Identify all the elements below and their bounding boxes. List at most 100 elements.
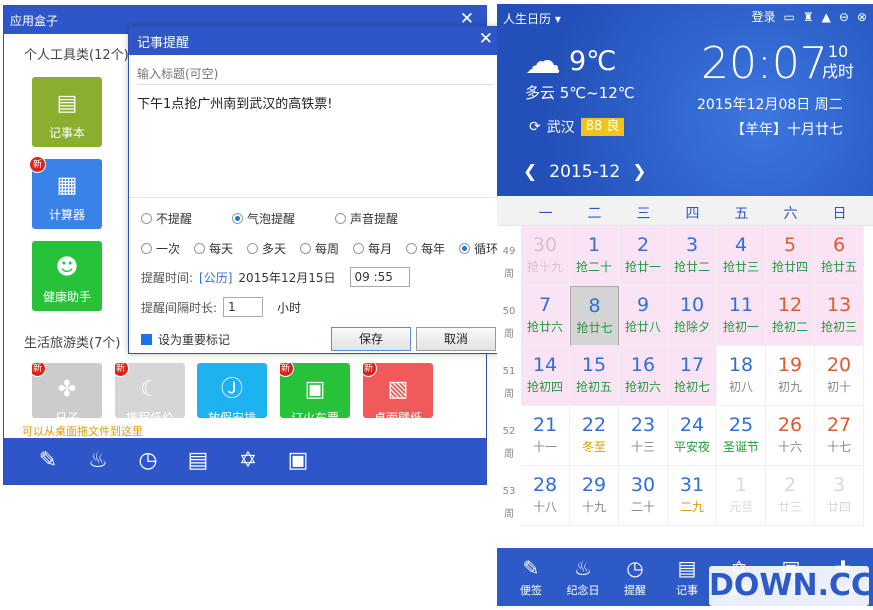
day-cell[interactable]: 8 抢廿七 bbox=[570, 286, 619, 346]
tile-health[interactable]: ☻ 健康助手 bbox=[32, 241, 102, 311]
tile-train-ticket[interactable]: 新 ▣ 订火车票 bbox=[280, 363, 350, 418]
calendar-app-title[interactable]: 人生日历 ▾ bbox=[503, 10, 561, 27]
current-month[interactable]: 2015-12 bbox=[549, 162, 620, 182]
day-cell[interactable]: 20 初十 bbox=[815, 346, 864, 406]
tile-calculator[interactable]: 新 ▦ 计算器 bbox=[29, 156, 102, 229]
lunar-day: 十九 bbox=[581, 500, 606, 514]
tile-ctrip[interactable]: 新 ☾ 携程低价 bbox=[115, 363, 185, 418]
important-checkbox[interactable] bbox=[141, 334, 152, 345]
note-edit-icon[interactable]: ✎ bbox=[34, 447, 62, 475]
day-cell[interactable]: 12 抢初二 bbox=[766, 286, 815, 346]
day-cell[interactable]: 30 抢十九 bbox=[521, 226, 570, 286]
reminder-close-icon[interactable]: ✕ bbox=[479, 29, 493, 49]
day-cell[interactable]: 2 廿三 bbox=[766, 466, 815, 526]
day-number: 26 bbox=[777, 414, 803, 436]
memo-icon: ▤ bbox=[677, 556, 697, 580]
day-cell[interactable]: 31 二九 bbox=[668, 466, 717, 526]
toolbar-button[interactable]: ▤ 记事 bbox=[665, 548, 709, 606]
radio-no-remind[interactable]: 不提醒 bbox=[141, 210, 192, 227]
day-cell[interactable]: 18 初八 bbox=[717, 346, 766, 406]
reminder-memo-textarea[interactable]: 下午1点抢广州南到武汉的高铁票! bbox=[137, 93, 493, 193]
login-link[interactable]: 登录 bbox=[752, 8, 776, 25]
day-cell[interactable]: 30 二十 bbox=[619, 466, 668, 526]
day-cell[interactable]: 4 抢廿三 bbox=[717, 226, 766, 286]
day-cell[interactable]: 13 抢初三 bbox=[815, 286, 864, 346]
radio-once[interactable]: 一次 bbox=[141, 240, 180, 257]
day-cell[interactable]: 10 抢除夕 bbox=[668, 286, 717, 346]
toolbar-button[interactable]: ✎ 便签 bbox=[509, 548, 553, 606]
train-icon[interactable]: ▣ bbox=[284, 447, 312, 475]
lunar-day: 十八 bbox=[532, 500, 557, 514]
radio-multi-day[interactable]: 多天 bbox=[247, 240, 286, 257]
minimize-icon[interactable]: ⊖ bbox=[839, 10, 849, 24]
day-cell[interactable]: 26 十六 bbox=[766, 406, 815, 466]
day-cell[interactable]: 14 抢初四 bbox=[521, 346, 570, 406]
month-navigation: ❮ 2015-12 ❯ bbox=[523, 162, 647, 182]
day-cell[interactable]: 28 十八 bbox=[521, 466, 570, 526]
day-cell[interactable]: 2 抢廿一 bbox=[619, 226, 668, 286]
close-icon[interactable]: ⊗ bbox=[857, 10, 867, 24]
day-cell[interactable]: 6 抢廿五 bbox=[815, 226, 864, 286]
day-cell[interactable]: 25 圣诞节 bbox=[717, 406, 766, 466]
new-badge: 新 bbox=[280, 363, 294, 377]
shirt-icon[interactable]: ♜ bbox=[803, 10, 814, 24]
city-name[interactable]: 武汉 bbox=[547, 117, 575, 137]
day-number: 10 bbox=[679, 294, 705, 316]
day-cell[interactable]: 7 抢廿六 bbox=[521, 286, 570, 346]
day-cell[interactable]: 27 十七 bbox=[815, 406, 864, 466]
day-cell[interactable]: 19 初九 bbox=[766, 346, 815, 406]
radio-loop[interactable]: 循环 bbox=[459, 240, 498, 257]
day-cell[interactable]: 22 冬至 bbox=[570, 406, 619, 466]
radio-weekly[interactable]: 每周 bbox=[300, 240, 339, 257]
toolbar-button[interactable]: ♨ 纪念日 bbox=[561, 548, 605, 606]
lunar-day: 抢廿五 bbox=[820, 260, 857, 274]
day-cell[interactable]: 16 抢初六 bbox=[619, 346, 668, 406]
day-cell[interactable]: 21 十一 bbox=[521, 406, 570, 466]
tile-holiday[interactable]: Ⓙ 放假安排 bbox=[197, 363, 267, 418]
tile-wallpaper[interactable]: 新 ▧ 桌面壁纸 bbox=[363, 363, 433, 418]
calendar-type-link[interactable]: [公历] bbox=[199, 269, 232, 286]
day-cell[interactable]: 1 抢二十 bbox=[570, 226, 619, 286]
current-temperature: 9℃ bbox=[569, 46, 617, 77]
next-month-icon[interactable]: ❯ bbox=[632, 162, 646, 182]
interval-input[interactable]: 1 bbox=[223, 297, 264, 317]
remind-time-input[interactable]: 09 :55 bbox=[349, 267, 410, 287]
lunar-day: 抢初六 bbox=[624, 380, 661, 394]
day-cell[interactable]: 9 抢廿八 bbox=[619, 286, 668, 346]
cake-icon[interactable]: ♨ bbox=[84, 447, 112, 475]
day-cell[interactable]: 1 元旦 bbox=[717, 466, 766, 526]
day-cell[interactable]: 11 抢初一 bbox=[717, 286, 766, 346]
alarm-clock-icon[interactable]: ◷ bbox=[134, 447, 162, 475]
calculator-icon: ▦ bbox=[56, 173, 78, 198]
day-cell[interactable]: 17 抢初七 bbox=[668, 346, 717, 406]
message-icon[interactable]: ▭ bbox=[784, 10, 795, 24]
lock-icon[interactable]: ▲ bbox=[822, 10, 831, 24]
radio-daily[interactable]: 每天 bbox=[194, 240, 233, 257]
reminder-title-input[interactable] bbox=[137, 63, 493, 85]
lunar-day: 元旦 bbox=[728, 500, 753, 514]
day-cell[interactable]: 24 平安夜 bbox=[668, 406, 717, 466]
tile-notepad[interactable]: ▤ 记事本 bbox=[32, 77, 102, 147]
day-cell[interactable]: 23 十三 bbox=[619, 406, 668, 466]
radio-sound-remind[interactable]: 声音提醒 bbox=[335, 210, 398, 227]
day-cell[interactable]: 3 抢廿二 bbox=[668, 226, 717, 286]
radio-bubble-remind[interactable]: 气泡提醒 bbox=[232, 210, 295, 227]
refresh-icon[interactable]: ⟳ bbox=[529, 119, 541, 135]
toolbar-button[interactable]: ◷ 提醒 bbox=[613, 548, 657, 606]
cancel-button[interactable]: 取消 bbox=[416, 327, 496, 351]
day-cell[interactable]: 5 抢廿四 bbox=[766, 226, 815, 286]
prev-month-icon[interactable]: ❮ bbox=[523, 162, 537, 182]
day-cell[interactable]: 29 十九 bbox=[570, 466, 619, 526]
aqi-badge: 88 良 bbox=[580, 118, 625, 136]
toolbar-label: 纪念日 bbox=[566, 584, 600, 597]
remind-date[interactable]: 2015年12月15日 bbox=[238, 269, 335, 286]
save-button[interactable]: 保存 bbox=[331, 327, 411, 351]
lunar-day: 初十 bbox=[826, 380, 851, 394]
day-cell[interactable]: 15 抢初五 bbox=[570, 346, 619, 406]
star-icon[interactable]: ✡ bbox=[234, 447, 262, 475]
tile-rizi[interactable]: 新 ✤ 日子 bbox=[32, 363, 102, 418]
day-cell[interactable]: 3 廿四 bbox=[815, 466, 864, 526]
radio-monthly[interactable]: 每月 bbox=[353, 240, 392, 257]
radio-yearly[interactable]: 每年 bbox=[406, 240, 445, 257]
memo-icon[interactable]: ▤ bbox=[184, 447, 212, 475]
